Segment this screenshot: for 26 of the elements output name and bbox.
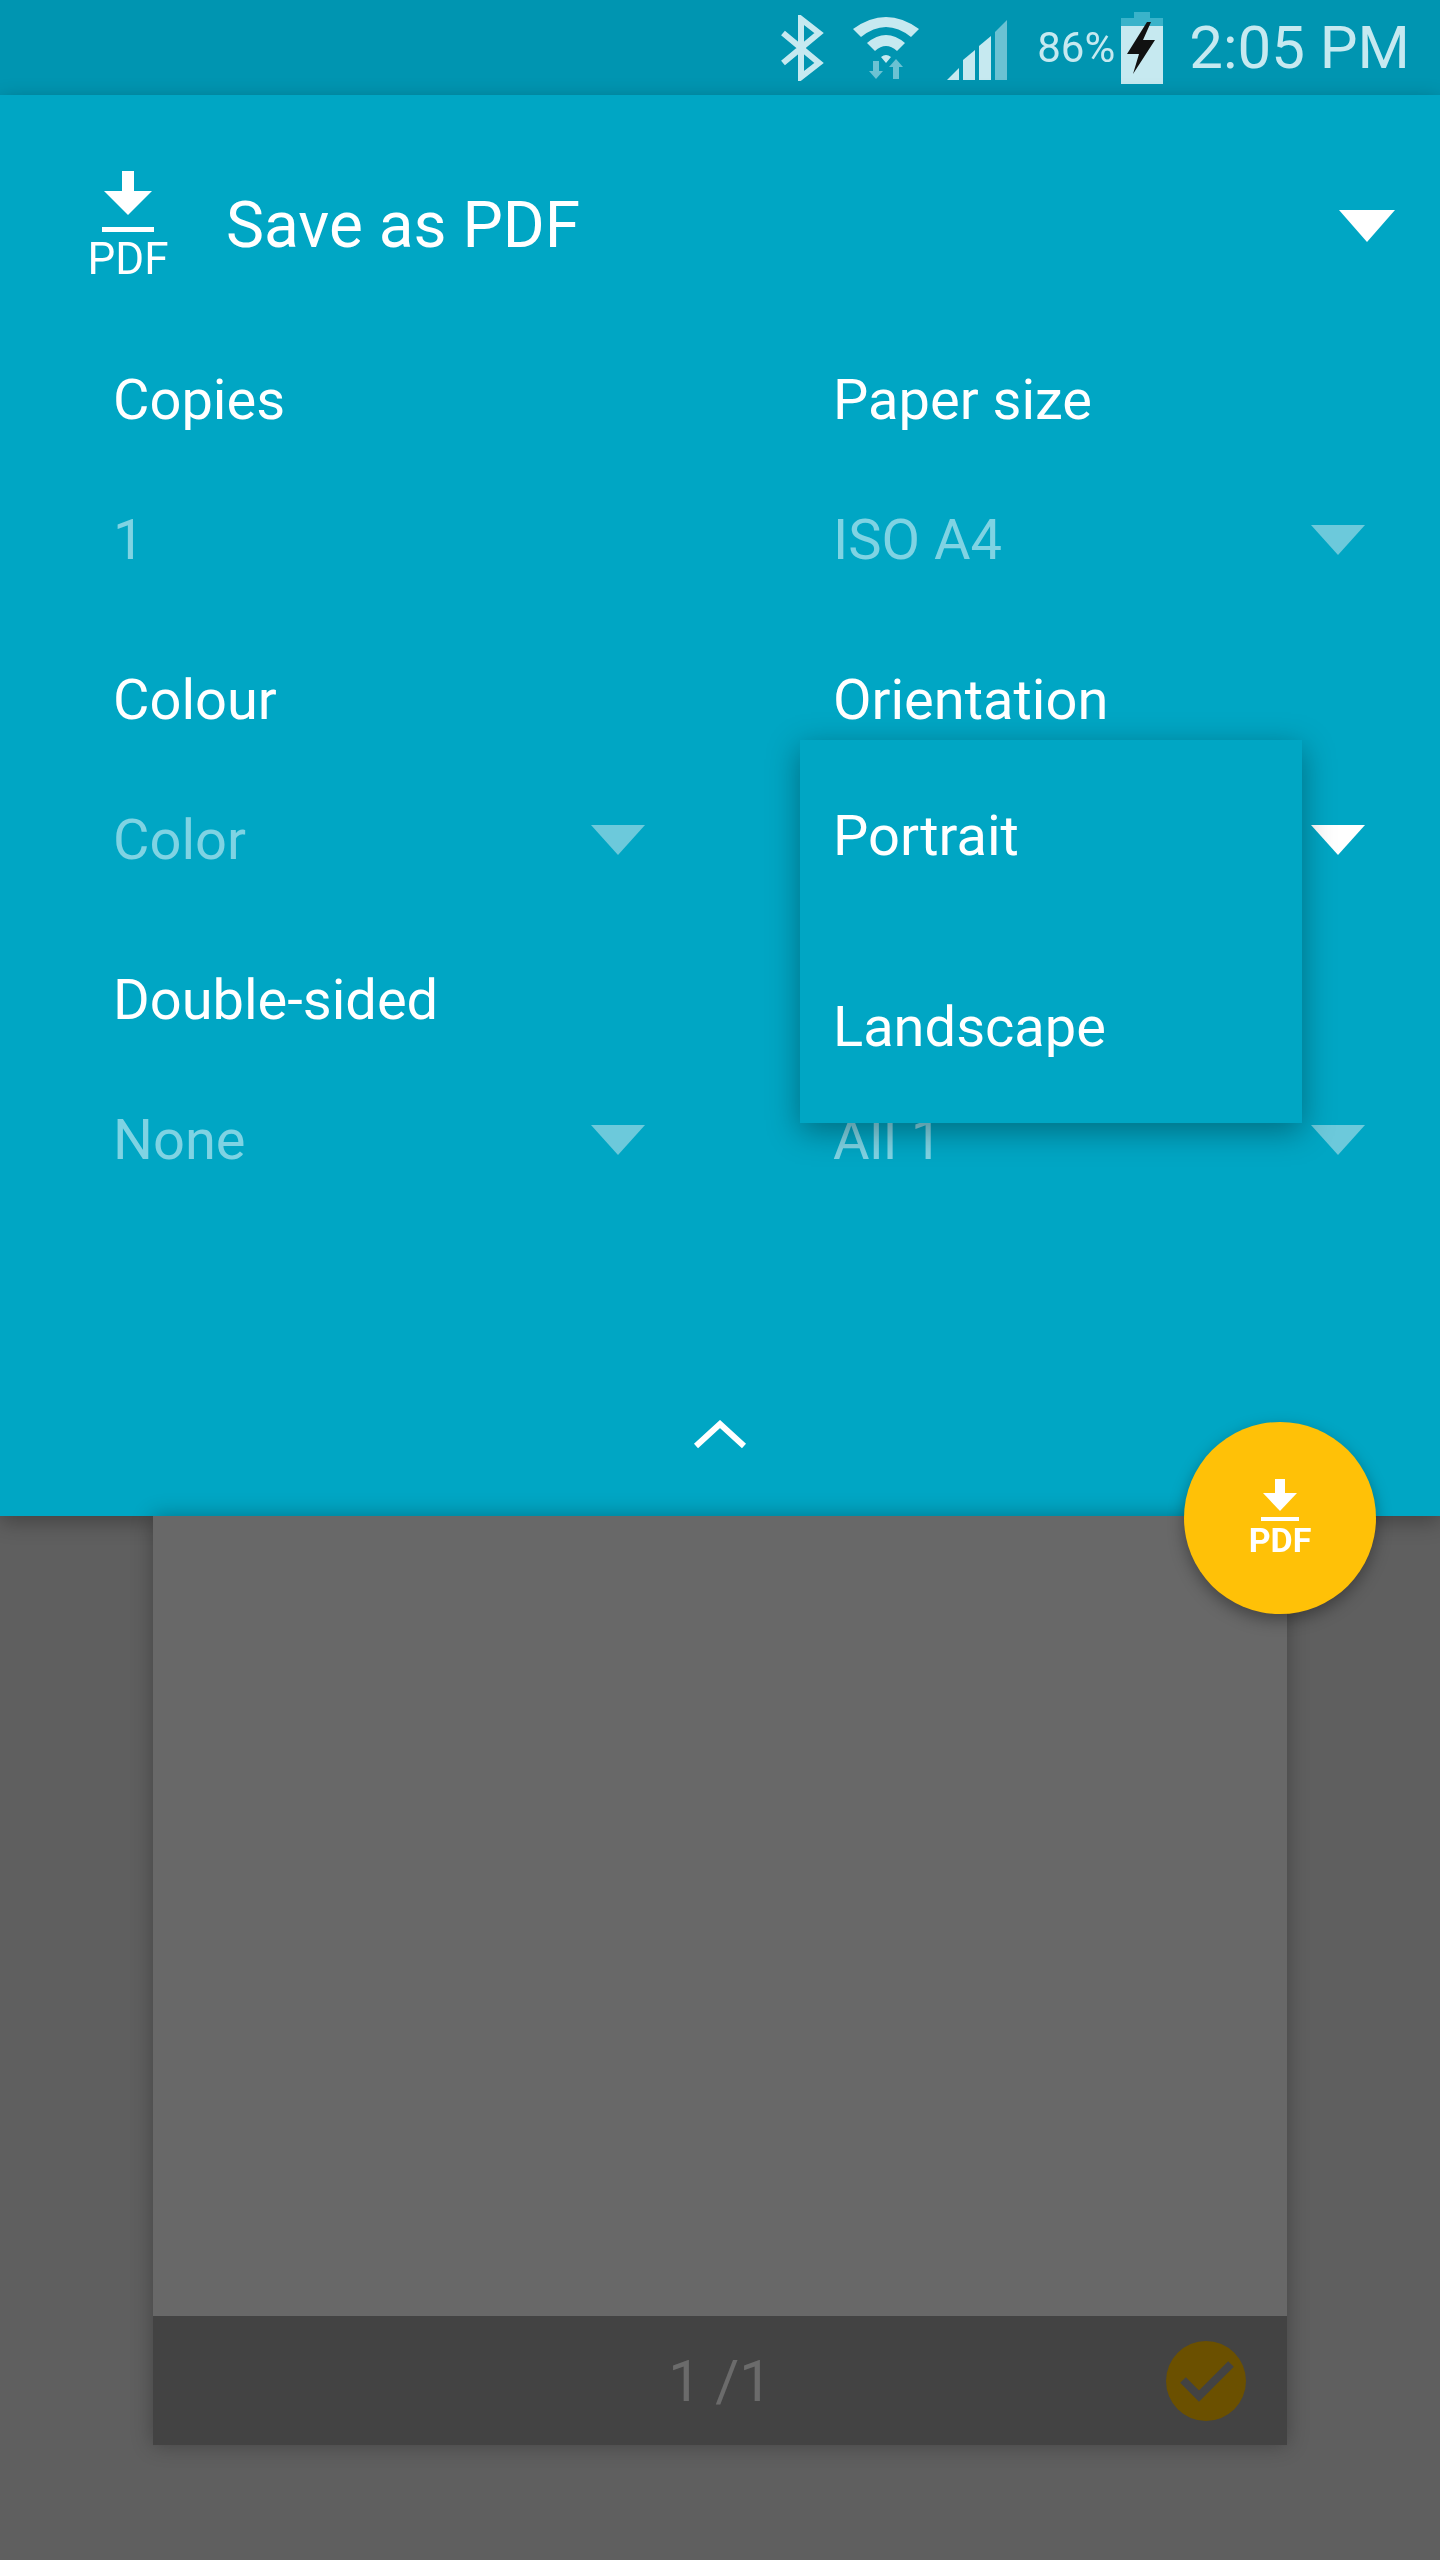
dropdown-arrow-icon[interactable]: [1311, 525, 1365, 555]
bluetooth-icon: [779, 14, 826, 81]
printer-selector[interactable]: PDF Save as PDF: [0, 95, 1440, 330]
dropdown-arrow-icon[interactable]: [1311, 825, 1365, 855]
battery-charging-icon: [1121, 11, 1164, 84]
battery-percent: 86%: [1037, 26, 1116, 69]
printer-name: Save as PDF: [226, 193, 582, 258]
download-icon: [1259, 1479, 1301, 1523]
option-label: Double-sided: [113, 972, 439, 1028]
dropdown-arrow-icon[interactable]: [591, 825, 645, 855]
option-label: Paper size: [833, 372, 1093, 428]
option-label: Copies: [113, 372, 286, 428]
option-label: Colour: [113, 672, 277, 728]
option-value[interactable]: Color: [113, 812, 246, 868]
menu-item[interactable]: Portrait: [800, 740, 1302, 931]
option-value[interactable]: ISO A4: [833, 512, 1002, 568]
chevron-up-icon[interactable]: [692, 1420, 748, 1450]
check-circle-icon[interactable]: [1165, 2340, 1247, 2422]
dropdown-arrow-icon[interactable]: [591, 1125, 645, 1155]
dropdown-arrow-icon[interactable]: [1311, 1125, 1365, 1155]
menu-item[interactable]: Landscape: [800, 931, 1302, 1122]
dropdown-arrow-icon[interactable]: [1339, 209, 1395, 242]
clock-time: 2:05 PM: [1189, 17, 1410, 78]
option-label: Orientation: [833, 672, 1109, 728]
option-value: 1: [113, 512, 145, 568]
option-value[interactable]: None: [113, 1112, 246, 1168]
